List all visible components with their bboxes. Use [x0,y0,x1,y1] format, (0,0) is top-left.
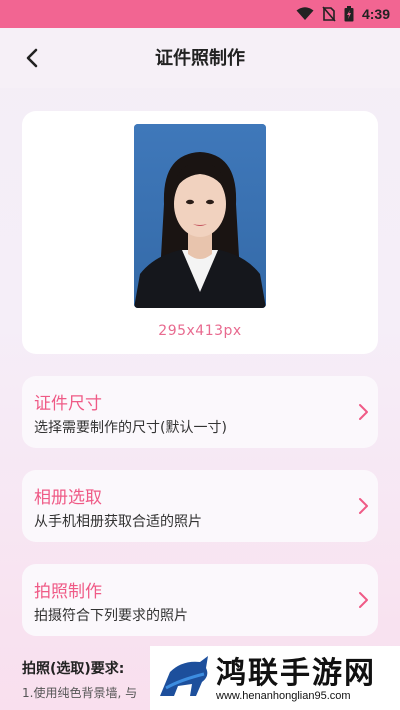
id-photo-preview [134,124,266,308]
menu-item-id-size[interactable]: 证件尺寸 选择需要制作的尺寸(默认一寸) [22,376,378,448]
bull-logo-icon [160,656,208,696]
chevron-right-icon [359,498,368,514]
menu-item-title: 拍照制作 [34,582,102,602]
status-bar: 4:39 [0,0,400,28]
menu-item-title: 相册选取 [34,488,102,508]
page-title: 证件照制作 [155,48,245,69]
menu-item-desc: 从手机相册获取合适的照片 [34,514,202,530]
chevron-right-icon [359,404,368,420]
chevron-right-icon [359,592,368,608]
menu-item-desc: 拍摄符合下列要求的照片 [34,608,188,624]
watermark: 鸿联手游网 www.henanhonglian95.com [150,646,400,710]
status-icons: 4:39 [296,4,390,24]
no-sim-icon [322,6,336,22]
menu-item-take-photo[interactable]: 拍照制作 拍摄符合下列要求的照片 [22,564,378,636]
menu-item-album-select[interactable]: 相册选取 从手机相册获取合适的照片 [22,470,378,542]
wifi-icon [296,7,314,20]
requirements-title: 拍照(选取)要求: [22,661,125,677]
photo-size-label: 295x413px [158,323,242,339]
requirements-line: 1.使用纯色背景墙, 与 [22,686,138,700]
battery-charging-icon [344,6,354,22]
watermark-url: www.henanhonglian95.com [216,690,351,702]
status-time: 4:39 [361,6,390,22]
menu-item-desc: 选择需要制作的尺寸(默认一寸) [34,420,227,436]
photo-preview-card: 295x413px [22,111,378,354]
header: 证件照制作 [0,28,400,88]
menu-item-title: 证件尺寸 [34,394,102,414]
watermark-name: 鸿联手游网 [216,656,376,691]
